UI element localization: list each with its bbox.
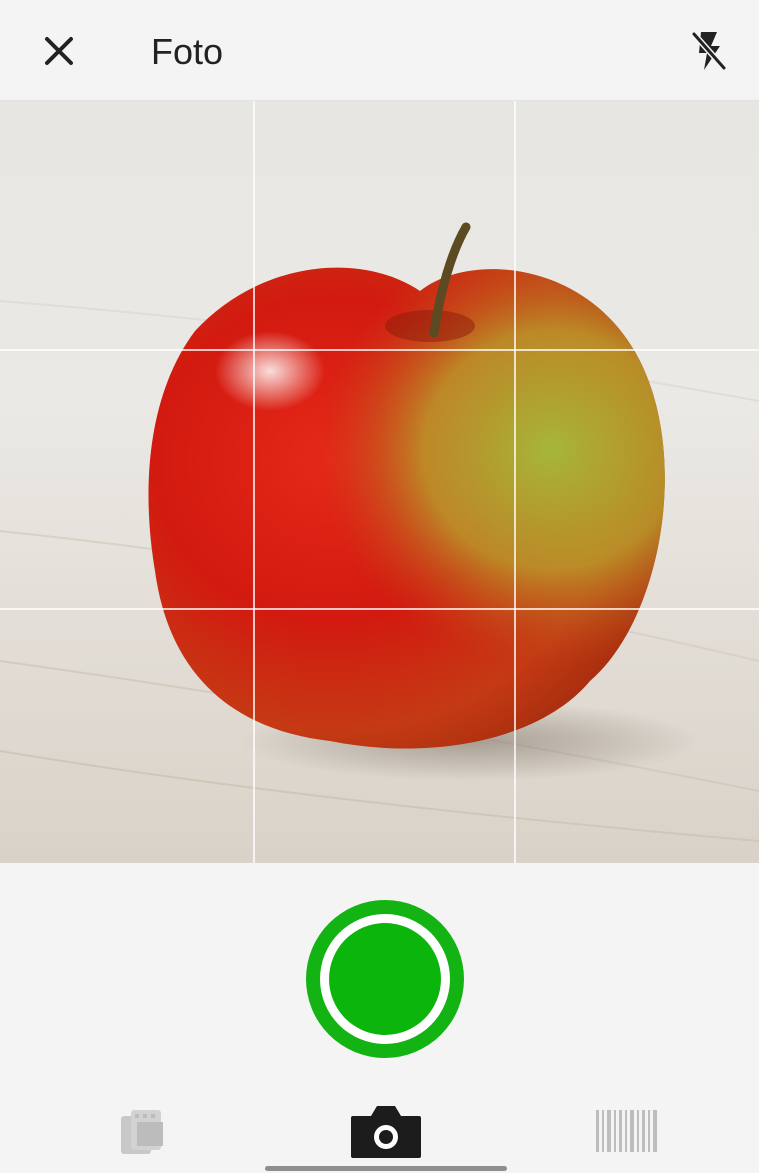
barcode-mode-button[interactable] xyxy=(594,1108,660,1154)
camera-mode-button[interactable] xyxy=(349,1102,423,1160)
grid-line-vertical xyxy=(253,101,255,863)
grid-line-horizontal xyxy=(0,349,759,351)
active-mode-indicator xyxy=(265,1166,507,1171)
shutter-button[interactable] xyxy=(306,900,464,1058)
camera-viewfinder[interactable] xyxy=(0,101,759,863)
shutter-ring xyxy=(320,914,450,1044)
barcode-icon xyxy=(596,1110,657,1152)
grid-line-horizontal xyxy=(0,608,759,610)
flash-off-icon xyxy=(691,31,727,71)
flash-toggle-button[interactable] xyxy=(684,26,734,76)
close-button[interactable] xyxy=(36,28,82,74)
page-title: Foto xyxy=(151,31,224,72)
gallery-icon xyxy=(121,1110,163,1154)
gallery-mode-button[interactable] xyxy=(117,1104,171,1158)
close-icon xyxy=(45,37,73,65)
camera-icon xyxy=(351,1106,421,1158)
grid-line-vertical xyxy=(514,101,516,863)
apple-photo xyxy=(0,222,759,842)
shutter-core xyxy=(329,923,441,1035)
top-bar: Foto xyxy=(0,0,759,101)
